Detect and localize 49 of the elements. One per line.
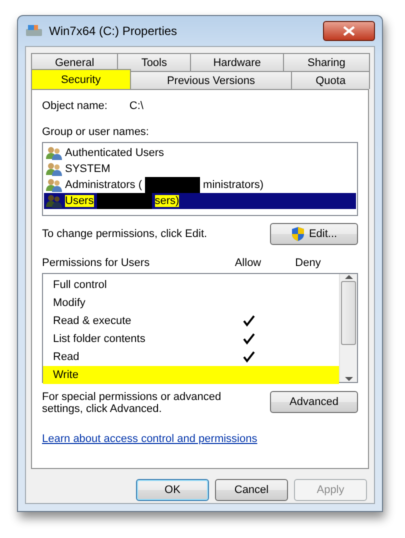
- users-icon: [46, 146, 62, 160]
- user-name: Administrators (: [65, 179, 142, 191]
- tab[interactable]: Security: [31, 69, 131, 89]
- close-button[interactable]: [323, 21, 375, 41]
- permission-name: Read & execute: [53, 315, 132, 327]
- permissions-label: Permissions for Users: [42, 257, 151, 269]
- user-name: Users: [65, 195, 94, 207]
- window-title: Win7x64 (C:) Properties: [49, 24, 178, 38]
- advanced-button[interactable]: Advanced: [270, 391, 358, 413]
- tab[interactable]: Tools: [117, 53, 192, 71]
- tab[interactable]: Sharing: [282, 53, 370, 71]
- shield-icon: [290, 226, 305, 242]
- dialog-button[interactable]: OK: [136, 479, 209, 501]
- group-list-label: Group or user names:: [42, 126, 150, 138]
- scroll-up-arrow-icon[interactable]: [344, 274, 352, 279]
- column-header: Allow: [234, 257, 262, 269]
- user-name: ministrators): [203, 179, 264, 191]
- users-icon: [46, 194, 62, 208]
- user-list-item[interactable]: Authenticated Users: [44, 145, 356, 161]
- object-name-label: Object name:: [42, 100, 108, 112]
- help-link[interactable]: Learn about access control and permissions: [42, 433, 258, 445]
- redaction-block: [96, 193, 152, 209]
- tab[interactable]: Previous Versions: [130, 71, 292, 89]
- close-icon: [343, 26, 355, 36]
- edit-hint: To change permissions, click Edit.: [42, 228, 208, 240]
- permission-name: Read: [53, 351, 80, 363]
- column-header: Deny: [294, 257, 322, 269]
- users-icon: [46, 178, 62, 192]
- user-list-item[interactable]: SYSTEM: [44, 161, 356, 177]
- permission-name: Modify: [53, 297, 86, 309]
- scroll-down-arrow-icon[interactable]: [344, 377, 352, 382]
- object-name-value: C:\: [129, 100, 144, 112]
- permission-name: List folder contents: [53, 333, 146, 345]
- user-list-item[interactable]: Users sers): [44, 193, 356, 209]
- user-name: SYSTEM: [65, 163, 110, 175]
- tab[interactable]: Hardware: [190, 53, 284, 71]
- scrollbar[interactable]: [339, 274, 357, 382]
- edit-button[interactable]: Edit...: [270, 223, 358, 245]
- user-name: sers): [154, 195, 180, 207]
- user-list-item[interactable]: Administrators ( ministrators): [44, 177, 356, 193]
- tab[interactable]: Quota: [291, 71, 370, 89]
- users-icon: [46, 162, 62, 176]
- advanced-hint: For special permissions or advanced settings, click Advanced.: [42, 391, 222, 415]
- permission-name: Full control: [53, 279, 108, 291]
- dialog-button[interactable]: Cancel: [215, 479, 288, 501]
- drive-icon: [25, 24, 43, 38]
- user-name: Authenticated Users: [65, 147, 164, 159]
- permission-name: Write: [53, 369, 80, 381]
- redaction-block: [145, 177, 200, 193]
